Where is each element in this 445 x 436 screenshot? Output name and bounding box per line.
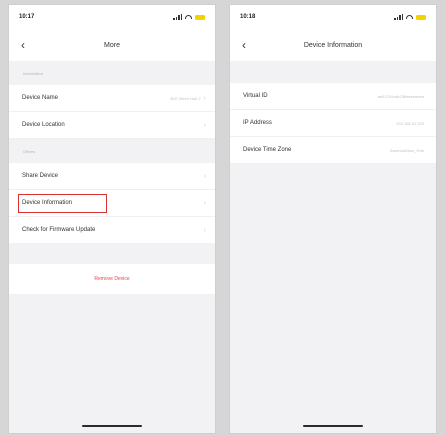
back-chevron-icon[interactable]: ‹ — [242, 39, 246, 51]
chevron-right-icon: › — [203, 94, 206, 102]
share-device-row[interactable]: Share Device › — [9, 163, 215, 190]
chevron-right-icon: › — [203, 121, 206, 129]
battery-icon — [195, 14, 205, 20]
device-name-row[interactable]: Device Name BLE Mesh Hub 2 › — [9, 85, 215, 112]
device-location-label: Device Location — [22, 122, 65, 128]
device-name-value: BLE Mesh Hub 2 — [170, 95, 201, 101]
time-zone-label: Device Time Zone — [243, 147, 292, 153]
cellular-signal-icon — [394, 14, 403, 20]
firmware-update-label: Check for Firmware Update — [22, 227, 96, 233]
phone-screen-more: 10:17 ‹ More Information Device Name BLE… — [8, 4, 216, 434]
battery-icon — [416, 14, 426, 20]
device-name-label: Device Name — [22, 95, 59, 101]
time-zone-value: America/New_York — [390, 147, 424, 153]
system-icons — [394, 14, 426, 20]
ip-address-row: IP Address 192.168.31.220 — [230, 110, 436, 137]
device-information-label: Device Information — [22, 200, 73, 206]
wifi-icon — [185, 15, 192, 19]
remove-device-button[interactable]: Remove Device — [9, 264, 215, 294]
section-header-others: Others — [23, 148, 36, 154]
section-header-information: Information — [23, 70, 44, 76]
status-bar: 10:18 — [230, 5, 436, 29]
system-icons — [173, 14, 205, 20]
device-location-row[interactable]: Device Location › — [9, 112, 215, 139]
page-title: More — [104, 41, 120, 49]
chevron-right-icon: › — [203, 172, 206, 180]
wifi-icon — [406, 15, 413, 19]
ip-address-value: 192.168.31.220 — [396, 120, 424, 126]
back-chevron-icon[interactable]: ‹ — [21, 39, 25, 51]
time-zone-row: Device Time Zone America/New_York — [230, 137, 436, 164]
home-indicator — [303, 425, 363, 427]
share-device-label: Share Device — [22, 173, 59, 179]
home-indicator — [82, 425, 142, 427]
chevron-right-icon: › — [203, 226, 206, 234]
nav-bar: ‹ Device Information — [230, 29, 436, 61]
status-time: 10:18 — [240, 14, 256, 20]
ip-address-label: IP Address — [243, 120, 272, 126]
virtual-id-value: ae01234cab23ffeeeeeeea — [377, 93, 424, 99]
cellular-signal-icon — [173, 14, 182, 20]
nav-bar: ‹ More — [9, 29, 215, 61]
firmware-update-row[interactable]: Check for Firmware Update › — [9, 217, 215, 244]
device-information-row[interactable]: Device Information › — [9, 190, 215, 217]
virtual-id-row: Virtual ID ae01234cab23ffeeeeeeea — [230, 83, 436, 110]
chevron-right-icon: › — [203, 199, 206, 207]
phone-screen-device-information: 10:18 ‹ Device Information Virtual ID ae… — [229, 4, 437, 434]
virtual-id-label: Virtual ID — [243, 93, 268, 99]
page-title: Device Information — [303, 41, 363, 49]
status-time: 10:17 — [19, 14, 35, 20]
status-bar: 10:17 — [9, 5, 215, 29]
